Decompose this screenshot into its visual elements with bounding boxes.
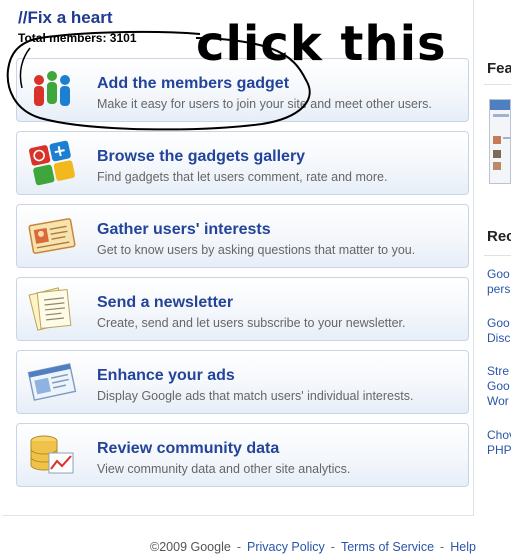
card-title: Enhance your ads — [97, 367, 235, 384]
review-community-data-card[interactable]: Review community data View community dat… — [16, 423, 469, 487]
sidebar-divider — [484, 84, 511, 85]
members-count: Total members: 3101 — [18, 31, 137, 45]
newsletter-icon — [28, 287, 72, 331]
featured-screenshot-image — [490, 100, 510, 170]
card-description: Create, send and let users subscribe to … — [97, 316, 406, 330]
card-title: Send a newsletter — [97, 294, 234, 311]
card-description: Make it easy for users to join your site… — [97, 97, 432, 111]
featured-thumbnail[interactable] — [489, 99, 511, 184]
help-link[interactable]: Help — [450, 540, 476, 554]
recent-link-1[interactable]: Goo pers — [487, 267, 510, 297]
recent-link-2[interactable]: Goo Disc — [487, 316, 510, 346]
click-this-annotation: click this — [196, 16, 447, 72]
gather-users-interests-card[interactable]: Gather users' interests Get to know user… — [16, 204, 469, 268]
terms-of-service-link[interactable]: Terms of Service — [341, 540, 434, 554]
community-data-icon — [30, 435, 74, 474]
enhance-ads-card[interactable]: Enhance your ads Display Google ads that… — [16, 350, 469, 414]
card-description: Get to know users by asking questions th… — [97, 243, 416, 257]
send-newsletter-card[interactable]: Send a newsletter Create, send and let u… — [16, 277, 469, 341]
recent-heading: Rec — [487, 228, 511, 245]
card-description: Display Google ads that match users' ind… — [97, 389, 414, 403]
copyright-text: ©2009 Google — [150, 540, 231, 554]
privacy-policy-link[interactable]: Privacy Policy — [247, 540, 325, 554]
card-description: Find gadgets that let users comment, rat… — [97, 170, 388, 184]
card-title: Gather users' interests — [97, 221, 271, 238]
card-title: Review community data — [97, 440, 280, 457]
members-gadget-icon — [34, 71, 70, 106]
interests-card-icon — [28, 218, 76, 254]
gadgets-gallery-icon — [29, 140, 75, 186]
browse-gadgets-gallery-card[interactable]: Browse the gadgets gallery Find gadgets … — [16, 131, 469, 195]
card-description: View community data and other site analy… — [97, 462, 351, 476]
featured-heading: Fea — [487, 60, 511, 77]
card-title: Browse the gadgets gallery — [97, 148, 306, 165]
footer: ©2009 Google - Privacy Policy - Terms of Ser… — [150, 540, 476, 554]
ads-icon — [27, 363, 77, 401]
recent-link-3[interactable]: Stre Goo Wor — [487, 364, 510, 409]
card-title: Add the members gadget — [97, 75, 290, 92]
sidebar-divider — [484, 255, 511, 256]
site-title[interactable]: //Fix a heart — [18, 8, 112, 28]
recent-link-4[interactable]: ChovPHP — [487, 428, 511, 458]
